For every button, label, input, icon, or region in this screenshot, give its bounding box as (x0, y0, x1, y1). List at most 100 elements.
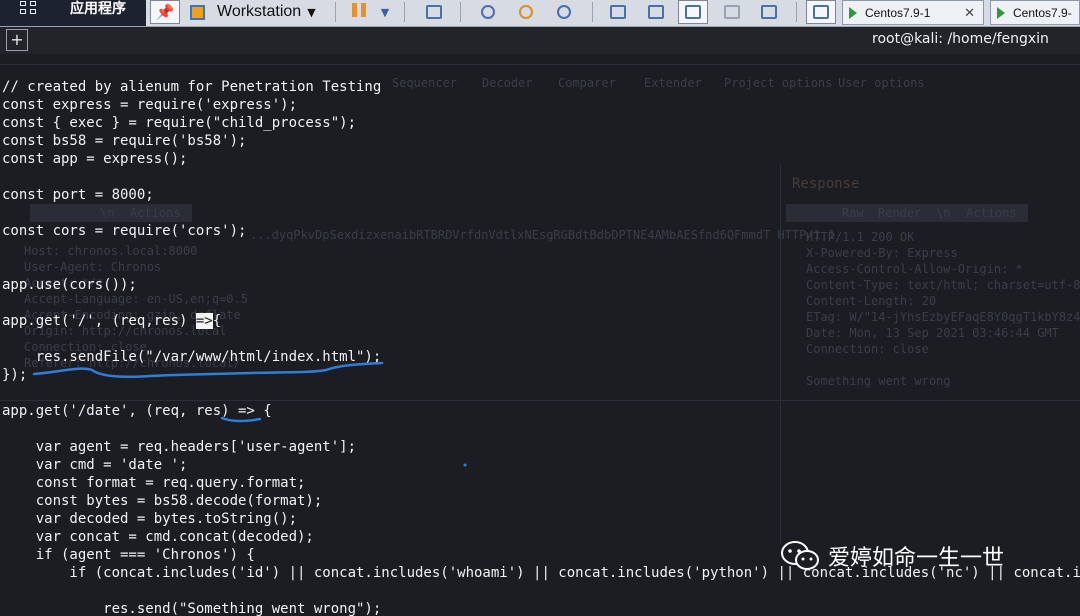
workstation-menu[interactable]: Workstation ▼ (184, 0, 330, 24)
ghost-tab: Render (878, 206, 922, 220)
ghost-request-header: Host: chronos.local:8000 (24, 244, 198, 258)
code-line: const format = req.query.format; (2, 475, 306, 491)
pause-icon (350, 3, 368, 21)
ghost-menu-item: User options (838, 76, 925, 90)
vm-running-icon (997, 6, 1005, 19)
ghost-tab: Actions (966, 206, 1017, 220)
console-view-icon (761, 5, 777, 19)
ghost-tab: \n (100, 206, 115, 220)
pin-toolbar-button[interactable]: 📌 (150, 0, 180, 24)
workstation-label: Workstation (217, 3, 302, 20)
toolbar-divider (404, 2, 405, 22)
code-line: res.sendFile("/var/www/html/index.html")… (2, 349, 382, 365)
plus-square-icon: + (10, 30, 24, 49)
new-tab-button[interactable]: + (6, 29, 28, 51)
snapshot-manager-button[interactable] (550, 0, 578, 24)
code-line: const bytes = bs58.decode(format); (2, 493, 323, 509)
code-line: var agent = req.headers['user-agent']; (2, 439, 357, 455)
close-icon[interactable]: ✕ (964, 5, 975, 21)
ghost-request-line: ...dyqPkvDpSexdizxenaibRTBRDVrfdnVdtlxNE… (250, 228, 836, 242)
host-panel: 应用程序 (0, 0, 146, 26)
thumbnail-bar-button[interactable] (642, 0, 670, 24)
vm-tab-label: Centos7.9-1 (865, 5, 931, 20)
take-snapshot-button[interactable] (474, 0, 502, 24)
unity-button[interactable] (718, 0, 746, 24)
full-screen-icon (685, 5, 701, 19)
vm-tab-centos-2[interactable]: Centos7.9- (990, 0, 1080, 25)
home-icon (813, 5, 829, 19)
library-icon (610, 5, 626, 19)
watermark-text: 爱婷如命一生一世 (828, 546, 1005, 571)
workstation-icon (190, 4, 205, 20)
toolbar-divider (460, 2, 461, 22)
code-line: var cmd = 'date '; (2, 457, 188, 473)
ghost-response-line: Content-Length: 20 (806, 294, 937, 308)
code-text: app.get('/', (req,res) (2, 313, 196, 329)
code-line: var decoded = bytes.toString(); (2, 511, 298, 527)
ghost-response-line: Date: Mon, 13 Sep 2021 03:46:44 GMT (806, 326, 1059, 340)
revert-snapshot-icon (519, 5, 533, 19)
code-line: const { exec } = require("child_process"… (2, 115, 357, 131)
console-view-button[interactable] (754, 0, 784, 24)
vmware-toolbar: 应用程序 📌 Workstation ▼ ▼ Centos7.9-1 ✕ Cen… (0, 0, 1080, 27)
wechat-icon (781, 541, 819, 570)
code-line: var concat = cmd.concat(decoded); (2, 529, 314, 545)
unity-icon (724, 5, 740, 19)
toolbar-divider (796, 2, 797, 22)
code-line: const app = express(); (2, 151, 188, 167)
ghost-menu-item: Decoder (482, 76, 533, 90)
ghost-menu-item: Extender (644, 76, 702, 90)
vm-tab-centos-1[interactable]: Centos7.9-1 ✕ (842, 0, 984, 25)
annotation-dot (463, 463, 467, 467)
code-line: app.use(cors()); (2, 277, 137, 293)
ghost-response-line: Connection: close (806, 342, 929, 356)
code-line: if (agent === 'Chronos') { (2, 547, 255, 563)
ghost-request-header: Accept-Language: en-US,en;q=0.5 (24, 292, 248, 306)
pin-icon: 📌 (155, 3, 175, 21)
ghost-response-line: ETag: W/"14-jYhsEzbyEFaqE8Y0qgT1kbY8z4" (806, 310, 1080, 324)
revert-snapshot-button[interactable] (512, 0, 540, 24)
show-library-button[interactable] (604, 0, 632, 24)
power-dropdown[interactable]: ▼ (376, 0, 394, 24)
code-text: { (212, 313, 222, 329)
code-line: const express = require('express'); (2, 97, 298, 113)
vm-running-icon (849, 6, 857, 19)
ghost-divider (780, 164, 781, 544)
code-line-with-cursor: app.get('/', (req,res) =>{ (2, 312, 221, 330)
toolbar-divider (335, 2, 336, 22)
ghost-response-line: Access-Control-Allow-Origin: * (806, 262, 1023, 276)
send-ctrl-alt-del-button[interactable] (420, 0, 448, 24)
ghost-tab: \n (936, 206, 951, 220)
app-grid-icon[interactable] (20, 1, 38, 15)
watermark: 爱婷如命一生一世 (780, 540, 1004, 572)
applications-menu[interactable]: 应用程序 (70, 0, 126, 18)
suspend-button[interactable] (346, 0, 372, 24)
ghost-menu-item: Sequencer (392, 76, 458, 90)
full-screen-button[interactable] (678, 0, 708, 24)
ghost-request-header: User-Agent: Chronos (24, 260, 162, 274)
ghost-menu-item: Project options (724, 76, 833, 90)
code-line: const cors = require('cors'); (2, 223, 247, 239)
vm-tab-label: Centos7.9- (1013, 5, 1072, 20)
code-line: // created by alienum for Penetration Te… (2, 79, 382, 95)
terminal-titlebar: + root@kali: /home/fengxin (0, 27, 1080, 54)
ghost-response-line: Something went wrong (806, 374, 951, 388)
terminal-title: root@kali: /home/fengxin (872, 31, 1049, 47)
code-line: const port = 8000; (2, 187, 154, 203)
chevron-down-icon: ▼ (307, 5, 316, 19)
ghost-tab: Raw (842, 206, 864, 220)
code-line: app.get('/date', (req, res) => { (2, 403, 272, 419)
keyboard-send-icon (426, 5, 442, 19)
ghost-response-line: Content-Type: text/html; charset=utf-8 (806, 278, 1080, 292)
selection-highlight: => (195, 313, 213, 329)
ghost-response-title: Response (792, 176, 860, 192)
ghost-response-line: HTTP/1.1 200 OK (806, 230, 915, 244)
ghost-menu-item: Comparer (558, 76, 616, 90)
ghost-divider (0, 64, 1080, 65)
snapshot-manager-icon (557, 5, 571, 19)
snapshot-icon (481, 5, 495, 19)
code-line: const bs58 = require('bs58'); (2, 133, 247, 149)
home-tab-button[interactable] (806, 0, 836, 24)
terminal-window[interactable]: Sequencer Decoder Comparer Extender Proj… (0, 54, 1080, 616)
code-line: }); (2, 367, 28, 383)
